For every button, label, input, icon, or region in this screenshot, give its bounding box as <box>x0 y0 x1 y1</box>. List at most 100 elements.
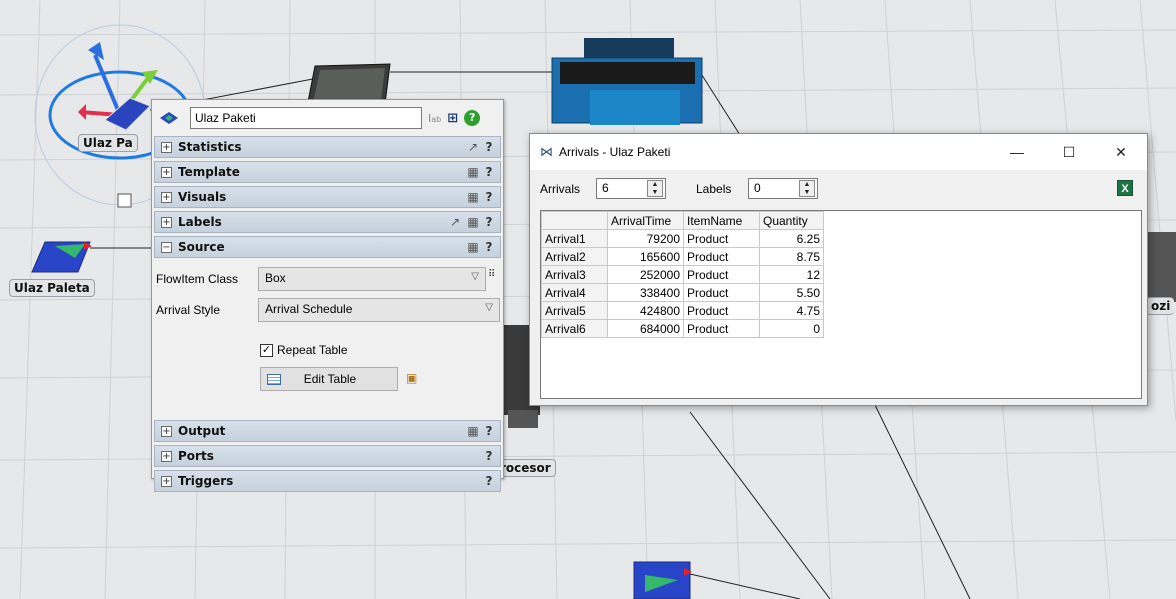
arrivals-table[interactable]: ArrivalTime ItemName Quantity Arrival1 7… <box>541 211 824 338</box>
section-template[interactable]: + Template ▦ ? <box>154 161 501 183</box>
close-button[interactable]: ✕ <box>1095 144 1147 161</box>
arrival-time-cell[interactable]: 252000 <box>607 265 684 284</box>
chevron-down-icon: ▽ <box>471 271 479 282</box>
spinner-arrows-icon[interactable]: ▲ ▼ <box>799 180 815 197</box>
ulaz-paleta-label: Ulaz Paleta <box>9 279 95 297</box>
row-header[interactable]: Arrival2 <box>541 247 608 266</box>
ulaz-paleta-object <box>31 241 92 273</box>
excel-export-icon[interactable]: X <box>1117 180 1133 196</box>
section-help-icon[interactable]: ? <box>482 215 496 229</box>
source-object-icon <box>160 112 178 124</box>
arrivals-titlebar[interactable]: ⋈ Arrivals - Ulaz Paketi — ☐ ✕ <box>530 134 1147 170</box>
object-name-field[interactable]: Ulaz Paketi <box>190 107 422 129</box>
template-options-icon[interactable]: ▦ <box>464 215 482 229</box>
expand-icon[interactable]: + <box>161 450 172 462</box>
item-name-cell[interactable]: Product <box>683 229 760 248</box>
flowitem-class-select[interactable]: Box ▽ <box>258 267 486 291</box>
quantity-cell[interactable]: 0 <box>759 319 824 338</box>
column-header[interactable]: ItemName <box>683 211 760 230</box>
expand-icon[interactable]: + <box>161 216 172 228</box>
section-label: Triggers <box>178 474 234 488</box>
edit-table-button[interactable]: Edit Table <box>260 367 398 391</box>
spinner-arrows-icon[interactable]: ▲ ▼ <box>647 180 663 197</box>
item-name-cell[interactable]: Product <box>683 301 760 320</box>
arrivals-controls: Arrivals 6 ▲ ▼ Labels 0 ▲ ▼ X <box>530 170 1147 206</box>
column-header[interactable]: ArrivalTime <box>607 211 684 230</box>
labels-count-spinner[interactable]: 0 ▲ ▼ <box>748 178 818 199</box>
arrivals-count-spinner[interactable]: 6 ▲ ▼ <box>596 178 666 199</box>
quantity-cell[interactable]: 6.25 <box>759 229 824 248</box>
collapse-icon[interactable]: − <box>161 241 172 253</box>
expand-icon[interactable]: + <box>161 166 172 178</box>
checkmark-icon[interactable]: ✓ <box>260 343 273 357</box>
quantity-cell[interactable]: 12 <box>759 265 824 284</box>
section-help-icon[interactable]: ? <box>482 474 496 488</box>
copy-table-icon[interactable]: ▣ <box>406 371 417 385</box>
template-options-icon[interactable]: ▦ <box>464 424 482 438</box>
corner-cell[interactable] <box>541 211 608 230</box>
section-help-icon[interactable]: ? <box>482 424 496 438</box>
section-label: Output <box>178 424 226 438</box>
section-visuals[interactable]: + Visuals ▦ ? <box>154 186 501 208</box>
section-triggers[interactable]: + Triggers ? <box>154 470 501 492</box>
section-label: Labels <box>178 215 222 229</box>
arrival-time-cell[interactable]: 684000 <box>607 319 684 338</box>
quantity-cell[interactable]: 4.75 <box>759 301 824 320</box>
arrival-time-cell[interactable]: 338400 <box>607 283 684 302</box>
row-header[interactable]: Arrival4 <box>541 283 608 302</box>
floor-checkbox <box>117 193 132 208</box>
tree-icon[interactable]: ⊞ <box>447 111 458 126</box>
arrival-time-cell[interactable]: 79200 <box>607 229 684 248</box>
template-options-icon[interactable]: ▦ <box>464 240 482 254</box>
section-label: Statistics <box>178 140 242 154</box>
item-name-cell[interactable]: Product <box>683 319 760 338</box>
arrival-style-select[interactable]: Arrival Schedule ▽ <box>258 298 500 322</box>
section-help-icon[interactable]: ? <box>482 190 496 204</box>
row-header[interactable]: Arrival5 <box>541 301 608 320</box>
row-header[interactable]: Arrival1 <box>541 229 608 248</box>
processor-machine <box>551 38 703 125</box>
table-row: Arrival1 79200 Product 6.25 <box>541 229 824 248</box>
properties-panel: Ulaz Paketi Iab ⊞ ? + Statistics ↗ ? + T… <box>151 99 504 492</box>
quantity-cell[interactable]: 5.50 <box>759 283 824 302</box>
labels-count-label: Labels <box>696 182 732 196</box>
pin-arrow-icon[interactable]: ↗ <box>446 215 464 229</box>
column-header[interactable]: Quantity <box>759 211 824 230</box>
arrivals-table-area[interactable]: ArrivalTime ItemName Quantity Arrival1 7… <box>540 210 1142 399</box>
section-ports[interactable]: + Ports ? <box>154 445 501 467</box>
row-header[interactable]: Arrival3 <box>541 265 608 284</box>
template-options-icon[interactable]: ▦ <box>464 165 482 179</box>
section-source[interactable]: − Source ▦ ? <box>154 236 501 258</box>
expand-icon[interactable]: + <box>161 191 172 203</box>
section-help-icon[interactable]: ? <box>482 240 496 254</box>
expand-icon[interactable]: + <box>161 475 172 487</box>
section-help-icon[interactable]: ? <box>482 140 496 154</box>
flowitem-bin-icon[interactable]: ⠿ <box>488 269 495 280</box>
ulaz-paketi-label: Ulaz Pa <box>78 134 138 152</box>
section-help-icon[interactable]: ? <box>482 449 496 463</box>
arrival-time-cell[interactable]: 165600 <box>607 247 684 266</box>
expand-icon[interactable]: + <box>161 141 172 153</box>
item-name-cell[interactable]: Product <box>683 265 760 284</box>
section-labels[interactable]: + Labels ↗ ▦ ? <box>154 211 501 233</box>
arrival-style-value: Arrival Schedule <box>265 302 353 316</box>
pin-arrow-icon[interactable]: ↗ <box>464 140 482 154</box>
source-section-body: FlowItem Class Box ▽ ⠿ Arrival Style Arr… <box>152 261 503 401</box>
expand-icon[interactable]: + <box>161 425 172 437</box>
repeat-table-checkbox[interactable]: ✓ Repeat Table <box>260 343 348 357</box>
arrivals-count-value: 6 <box>602 181 609 195</box>
arrival-time-cell[interactable]: 424800 <box>607 301 684 320</box>
section-statistics[interactable]: + Statistics ↗ ? <box>154 136 501 158</box>
item-name-cell[interactable]: Product <box>683 247 760 266</box>
text-label-icon[interactable]: Iab <box>428 112 441 125</box>
quantity-cell[interactable]: 8.75 <box>759 247 824 266</box>
minimize-button[interactable]: — <box>991 144 1043 160</box>
help-icon[interactable]: ? <box>464 110 481 126</box>
template-options-icon[interactable]: ▦ <box>464 190 482 204</box>
item-name-cell[interactable]: Product <box>683 283 760 302</box>
row-header[interactable]: Arrival6 <box>541 319 608 338</box>
maximize-button[interactable]: ☐ <box>1043 144 1095 161</box>
section-output[interactable]: + Output ▦ ? <box>154 420 501 442</box>
section-help-icon[interactable]: ? <box>482 165 496 179</box>
edit-table-label: Edit Table <box>303 372 357 386</box>
